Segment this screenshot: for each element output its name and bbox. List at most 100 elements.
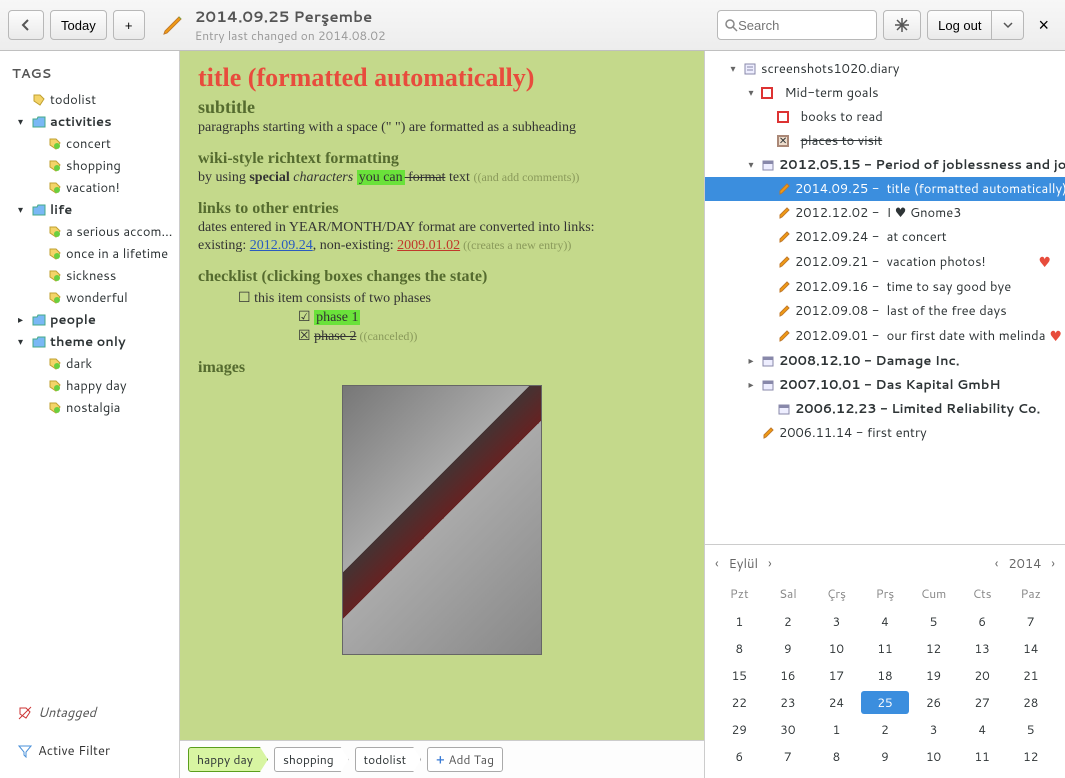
cal-day[interactable]: 11 bbox=[958, 745, 1007, 768]
cal-day[interactable]: 11 bbox=[861, 637, 910, 660]
tree-entry[interactable]: 2012.09.24 - at concert bbox=[705, 225, 1065, 249]
tree-places[interactable]: ✕ places to visit bbox=[705, 129, 1065, 153]
cal-day[interactable]: 9 bbox=[861, 745, 910, 768]
cal-day[interactable]: 12 bbox=[1006, 745, 1055, 768]
tree-limited[interactable]: 2006.12.23 - Limited Reliability Co. bbox=[705, 397, 1065, 421]
editor-area[interactable]: title (formatted automatically) subtitle… bbox=[180, 51, 704, 740]
ed-h-check: checklist (clicking boxes changes the st… bbox=[198, 268, 686, 286]
link-existing[interactable]: 2012.09.24 bbox=[250, 238, 313, 253]
check-item-3[interactable]: ☒ phase 2 ((canceled)) bbox=[298, 328, 686, 345]
cal-day[interactable]: 25 bbox=[861, 691, 910, 714]
tree-midterm[interactable]: ▾ Mid-term goals bbox=[705, 81, 1065, 105]
cal-month-nav[interactable]: ‹Eylül› bbox=[715, 555, 772, 573]
cal-day[interactable]: 6 bbox=[958, 610, 1007, 633]
cal-day[interactable]: 4 bbox=[958, 718, 1007, 741]
tag-group[interactable]: ▾theme only bbox=[4, 331, 175, 353]
tag-chip[interactable]: todolist bbox=[355, 747, 422, 772]
add-entry-button[interactable]: + bbox=[113, 10, 145, 40]
cal-day[interactable]: 28 bbox=[1006, 691, 1055, 714]
tag-item[interactable]: wonderful bbox=[4, 287, 175, 309]
tree-entry[interactable]: 2014.09.25 - title (formatted automatica… bbox=[705, 177, 1065, 201]
tree-entry[interactable]: 2012.12.02 - I ♥ Gnome3 bbox=[705, 201, 1065, 225]
cal-day[interactable]: 23 bbox=[764, 691, 813, 714]
cal-day[interactable]: 13 bbox=[958, 637, 1007, 660]
tag-item[interactable]: once in a lifetime bbox=[4, 243, 175, 265]
pencil-icon bbox=[161, 13, 185, 37]
cal-day[interactable]: 7 bbox=[764, 745, 813, 768]
cal-day[interactable]: 27 bbox=[958, 691, 1007, 714]
tag-group[interactable]: ▾activities bbox=[4, 111, 175, 133]
cal-day[interactable]: 16 bbox=[764, 664, 813, 687]
logout-dropdown[interactable] bbox=[992, 10, 1024, 40]
untagged-item[interactable]: Untagged bbox=[4, 694, 175, 732]
tree-entry[interactable]: 2012.09.08 - last of the free days bbox=[705, 299, 1065, 323]
cal-day[interactable]: 21 bbox=[1006, 664, 1055, 687]
cal-day[interactable]: 7 bbox=[1006, 610, 1055, 633]
tag-item[interactable]: a serious accom... bbox=[4, 221, 175, 243]
cal-day[interactable]: 1 bbox=[715, 610, 764, 633]
link-nonexisting[interactable]: 2009.01.02 bbox=[397, 238, 460, 253]
cal-day[interactable]: 22 bbox=[715, 691, 764, 714]
logout-button[interactable]: Log out bbox=[927, 10, 992, 40]
cal-day[interactable]: 5 bbox=[909, 610, 958, 633]
cal-day[interactable]: 18 bbox=[861, 664, 910, 687]
today-button[interactable]: Today bbox=[50, 10, 107, 40]
check-item-2[interactable]: ☑ phase 1 bbox=[298, 309, 686, 326]
settings-button[interactable] bbox=[883, 10, 921, 40]
cal-day[interactable]: 1 bbox=[812, 718, 861, 741]
tree-kapital[interactable]: ▸2007.10.01 - Das Kapital GmbH bbox=[705, 373, 1065, 397]
tag-item[interactable]: vacation! bbox=[4, 177, 175, 199]
tree-entry[interactable]: 2012.09.16 - time to say good bye bbox=[705, 275, 1065, 299]
tag-bar: happy day shopping todolist + Add Tag bbox=[180, 740, 704, 778]
cal-day[interactable]: 9 bbox=[764, 637, 813, 660]
cal-day[interactable]: 26 bbox=[909, 691, 958, 714]
tree-root[interactable]: ▾screenshots1020.diary bbox=[705, 57, 1065, 81]
tag-group[interactable]: ▾life bbox=[4, 199, 175, 221]
tree-entry[interactable]: 2012.09.21 - vacation photos!♥ bbox=[705, 249, 1065, 275]
cal-day[interactable]: 29 bbox=[715, 718, 764, 741]
tree-books[interactable]: books to read bbox=[705, 105, 1065, 129]
cal-day[interactable]: 14 bbox=[1006, 637, 1055, 660]
cal-day[interactable]: 10 bbox=[812, 637, 861, 660]
cal-day[interactable]: 12 bbox=[909, 637, 958, 660]
cal-day[interactable]: 10 bbox=[909, 745, 958, 768]
active-filter[interactable]: Active Filter bbox=[4, 732, 175, 770]
tag-item[interactable]: happy day bbox=[4, 375, 175, 397]
cal-day[interactable]: 6 bbox=[715, 745, 764, 768]
tag-item[interactable]: todolist bbox=[4, 89, 175, 111]
check-item-1[interactable]: ☐ this item consists of two phases bbox=[238, 290, 686, 307]
tag-item[interactable]: sickness bbox=[4, 265, 175, 287]
search-icon bbox=[724, 18, 738, 32]
close-button[interactable]: × bbox=[1030, 11, 1057, 40]
cal-day[interactable]: 8 bbox=[812, 745, 861, 768]
cal-day[interactable]: 19 bbox=[909, 664, 958, 687]
add-tag-button[interactable]: + Add Tag bbox=[427, 747, 503, 772]
tag-item[interactable]: nostalgia bbox=[4, 397, 175, 419]
tag-group[interactable]: ▸people bbox=[4, 309, 175, 331]
cal-year-nav[interactable]: ‹2014› bbox=[995, 555, 1055, 573]
tree-period[interactable]: ▾2012.05.15 - Period of joblessness and … bbox=[705, 153, 1065, 177]
cal-day[interactable]: 15 bbox=[715, 664, 764, 687]
tree-entry[interactable]: 2012.09.01 - our first date with melinda… bbox=[705, 323, 1065, 349]
cal-day[interactable]: 17 bbox=[812, 664, 861, 687]
tree-damage[interactable]: ▸2008.12.10 - Damage Inc. bbox=[705, 349, 1065, 373]
cal-day[interactable]: 3 bbox=[909, 718, 958, 741]
cal-day[interactable]: 24 bbox=[812, 691, 861, 714]
cal-day[interactable]: 20 bbox=[958, 664, 1007, 687]
cal-day[interactable]: 2 bbox=[861, 718, 910, 741]
back-button[interactable] bbox=[8, 10, 44, 40]
tree-first[interactable]: 2006.11.14 - first entry bbox=[705, 421, 1065, 445]
search-box[interactable] bbox=[717, 10, 877, 40]
cal-day[interactable]: 3 bbox=[812, 610, 861, 633]
cal-day[interactable]: 8 bbox=[715, 637, 764, 660]
tag-item[interactable]: concert bbox=[4, 133, 175, 155]
cal-day[interactable]: 4 bbox=[861, 610, 910, 633]
top-toolbar: Today + 2014.09.25 Perşembe Entry last c… bbox=[0, 0, 1065, 51]
tag-item[interactable]: dark bbox=[4, 353, 175, 375]
tag-chip[interactable]: shopping bbox=[274, 747, 349, 772]
tag-chip[interactable]: happy day bbox=[188, 747, 268, 772]
cal-day[interactable]: 5 bbox=[1006, 718, 1055, 741]
cal-day[interactable]: 30 bbox=[764, 718, 813, 741]
tag-item[interactable]: shopping bbox=[4, 155, 175, 177]
cal-day[interactable]: 2 bbox=[764, 610, 813, 633]
